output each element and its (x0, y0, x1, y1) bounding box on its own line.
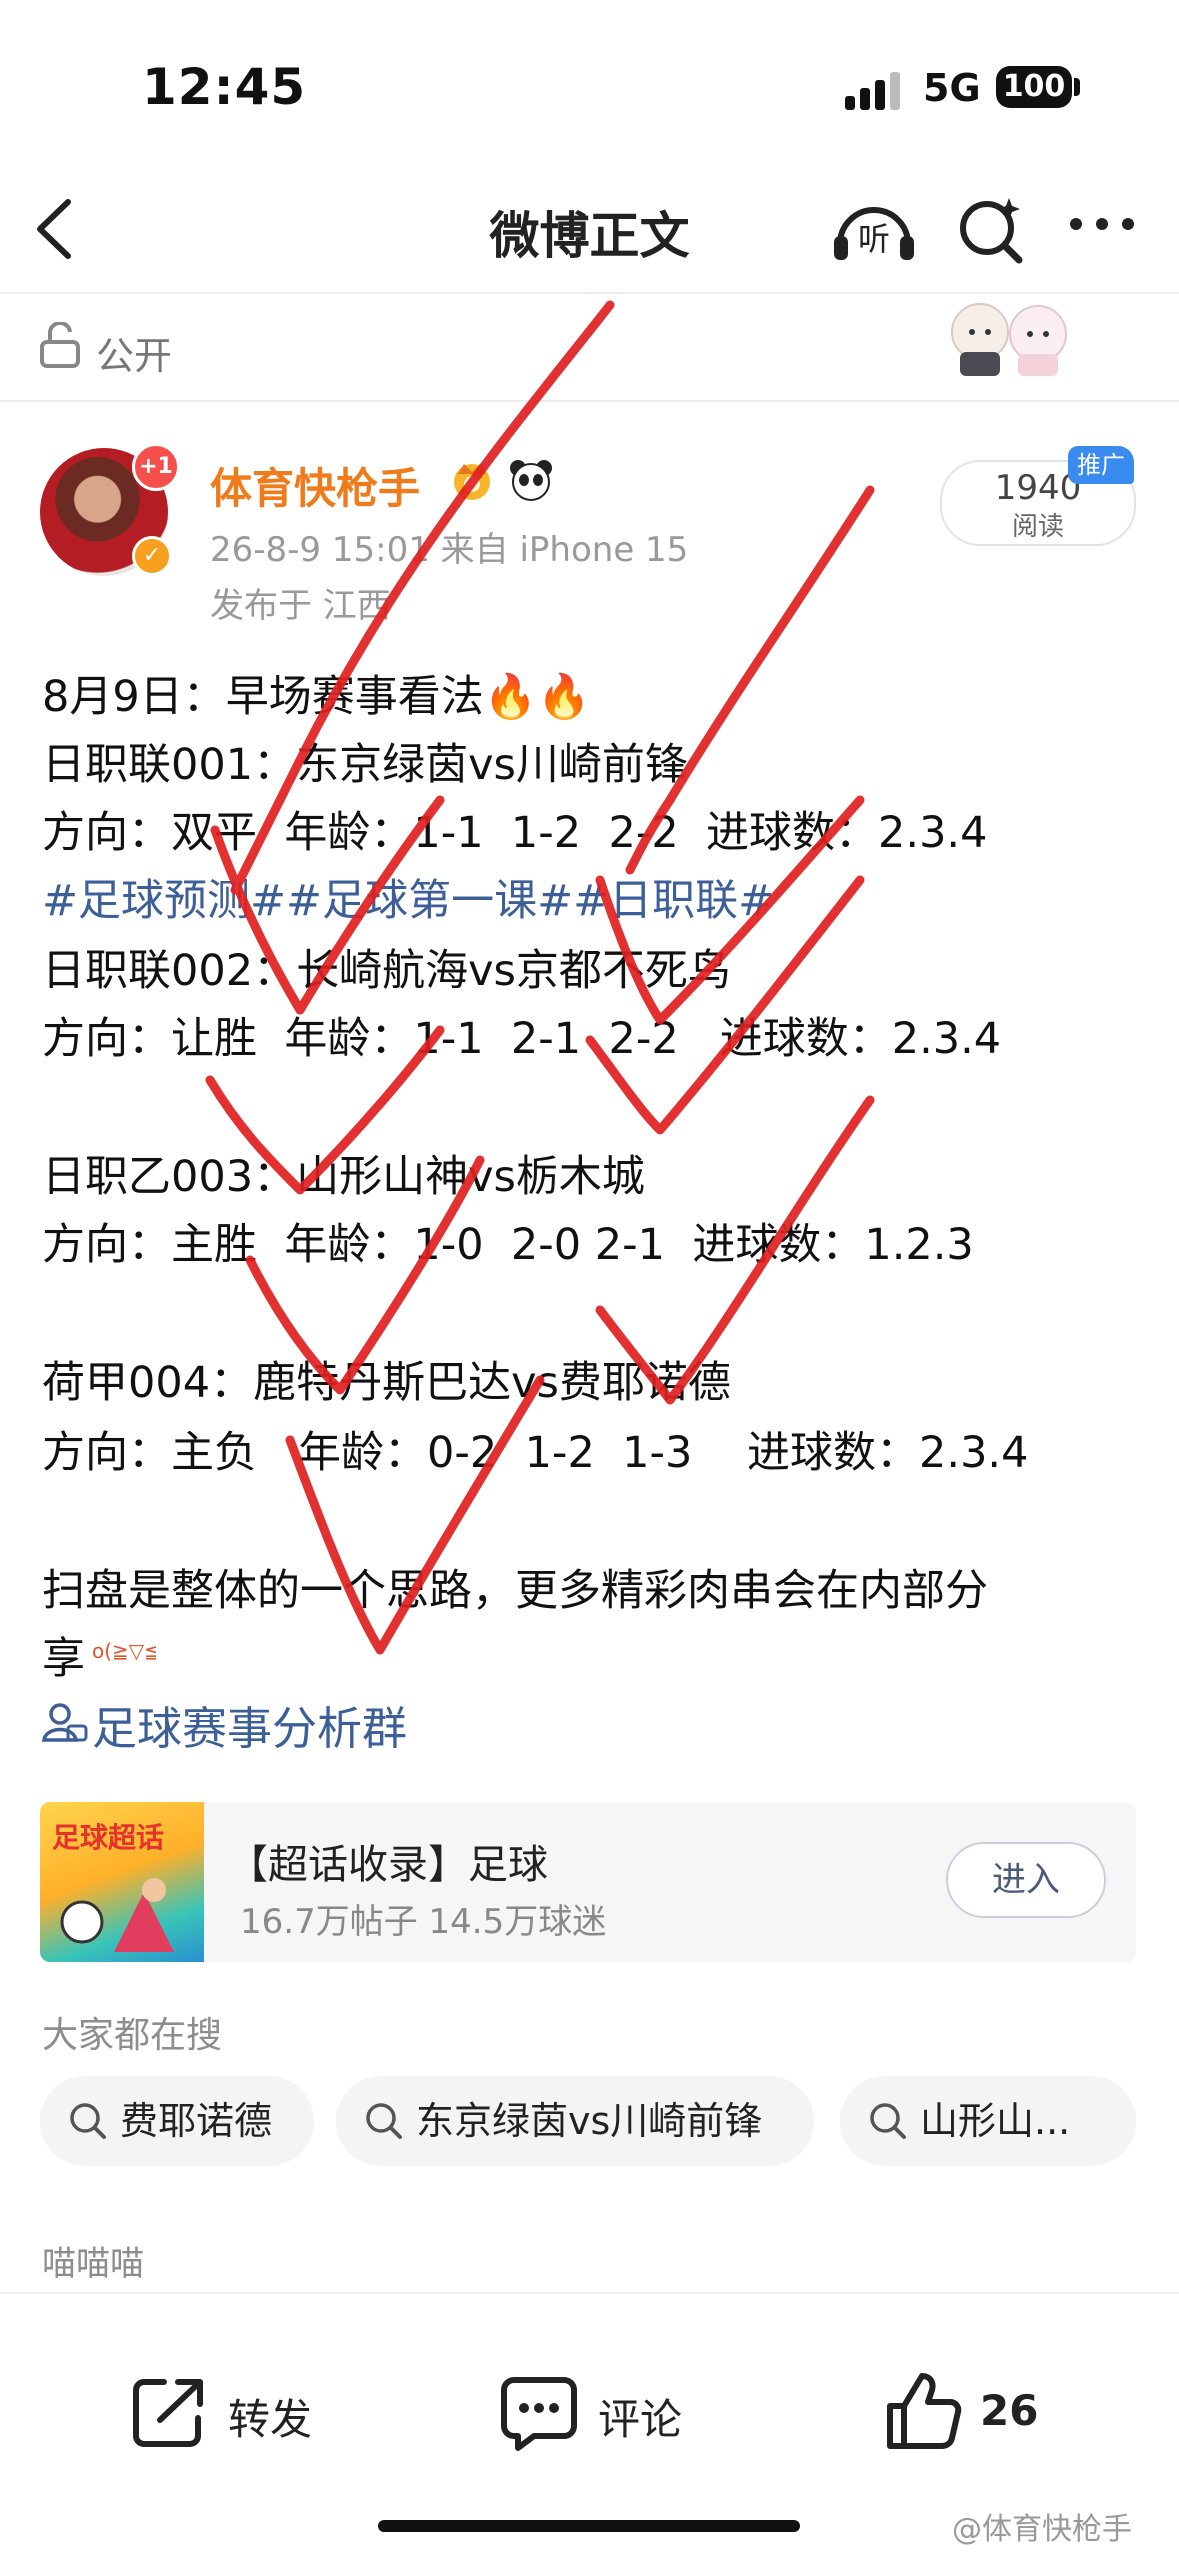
network-type: 5G (923, 66, 981, 110)
search-icon (366, 2103, 402, 2139)
battery-icon: 100 (996, 66, 1072, 108)
enter-button[interactable]: 进入 (946, 1842, 1106, 1918)
search-icon[interactable] (955, 192, 1029, 266)
reads-label: 阅读 (1011, 512, 1064, 542)
repost-label: 转发 (228, 2395, 313, 2444)
listen-label: 听 (858, 220, 890, 258)
sticker-decoration (951, 303, 1067, 376)
avatar-notification-badge: +1 (132, 443, 180, 491)
post-line: 日职乙003：山形山神vs栃木城 (42, 1152, 645, 1202)
more-icon[interactable] (1068, 214, 1138, 234)
comment-label: 评论 (598, 2395, 683, 2444)
post-line: 扫盘是整体的一个思路，更多精彩肉串会在内部分 (42, 1566, 988, 1616)
comment-button[interactable]: 评论 (500, 2364, 700, 2464)
post-line: 荷甲004：鹿特丹斯巴达vs费耶诺德 (42, 1358, 731, 1408)
repost-icon (133, 2379, 203, 2447)
super-topic-card[interactable]: 足球超话 【超话收录】足球 16.7万帖子 14.5万球迷 进入 (40, 1802, 1136, 1962)
search-chip-label: 山形山... (920, 2099, 1071, 2143)
thumbs-up-icon (887, 2373, 962, 2449)
battery-tip (1074, 78, 1080, 96)
post-line: 享 (42, 1634, 85, 1684)
post-hashtags[interactable]: #足球预测##足球第一课##日职联# (42, 866, 774, 928)
group-chat-icon (42, 1703, 88, 1742)
section-hint: 喵喵喵 (42, 2244, 144, 2284)
search-icon (870, 2103, 906, 2139)
like-count: 26 (980, 2386, 1039, 2435)
soccer-ball-icon (60, 1878, 174, 1952)
status-time: 12:45 (142, 58, 307, 116)
post-line: 日职联001：东京绿茵vs川崎前锋 (42, 740, 688, 790)
search-chip-label: 费耶诺德 (120, 2099, 273, 2143)
crown-badge-icon (454, 464, 490, 500)
search-chip[interactable]: 东京绿茵vs川崎前锋 (336, 2076, 814, 2166)
repost-button[interactable]: 转发 (130, 2364, 330, 2464)
watermark: @体育快枪手 (952, 2512, 1132, 2547)
lock-open-icon (40, 322, 80, 368)
search-chip[interactable]: 山形山... (840, 2076, 1136, 2166)
panda-emoji-icon (510, 460, 552, 501)
super-topic-stats: 16.7万帖子 14.5万球迷 (240, 1902, 607, 1942)
search-chip[interactable]: 费耶诺德 (40, 2076, 314, 2166)
red-checkmark-overlay (205, 300, 875, 1655)
like-button[interactable]: 26 (884, 2364, 1054, 2464)
nav-divider (0, 292, 1179, 294)
section-divider (0, 400, 1179, 402)
visibility-label: 公开 (96, 334, 173, 378)
laugh-emoji-icon: o(≧▽≦)o (92, 1639, 156, 1663)
svg-text:o(≧▽≦)o: o(≧▽≦)o (92, 1639, 156, 1663)
cellular-signal-icon (845, 70, 905, 110)
author-name[interactable]: 体育快枪手 (210, 455, 420, 516)
post-line: 日职联002：长崎航海vs京都不死鸟 (42, 946, 731, 996)
home-indicator[interactable] (378, 2520, 800, 2532)
comment-icon (501, 2377, 577, 2451)
post-line: 方向：双平 年龄：1-1 1-2 2-2 进球数：2.3.4 (42, 808, 988, 858)
group-link[interactable]: 足球赛事分析群 (92, 1692, 407, 1757)
post-line: 方向：让胜 年龄：1-1 2-1 2-2 进球数：2.3.4 (42, 1014, 1002, 1064)
post-location: 发布于 江西 (210, 586, 391, 626)
super-topic-image: 足球超话 (40, 1802, 204, 1962)
post-line: 方向：主胜 年龄：1-0 2-0 2-1 进球数：1.2.3 (42, 1220, 974, 1270)
super-topic-title: 【超话收录】足球 (228, 1842, 548, 1888)
verified-badge-icon: ✓ (132, 536, 172, 576)
post-line: 8月9日：早场赛事看法🔥🔥 (42, 672, 591, 722)
listen-icon[interactable]: 听 (832, 192, 916, 262)
bottom-action-bar: 转发 评论 26 @体育快枪手 (0, 2292, 1179, 2558)
search-heading: 大家都在搜 (42, 2015, 223, 2056)
promo-badge: 推广 (1068, 446, 1134, 484)
post-time-source: 26-8-9 15:01 来自 iPhone 15 (210, 530, 689, 570)
search-chip-label: 东京绿茵vs川崎前锋 (416, 2099, 763, 2143)
search-icon (70, 2103, 106, 2139)
post-line: 方向：主负 年龄：0-2 1-2 1-3 进球数：2.3.4 (42, 1428, 1029, 1478)
super-topic-image-text: 足球超话 (52, 1821, 165, 1854)
